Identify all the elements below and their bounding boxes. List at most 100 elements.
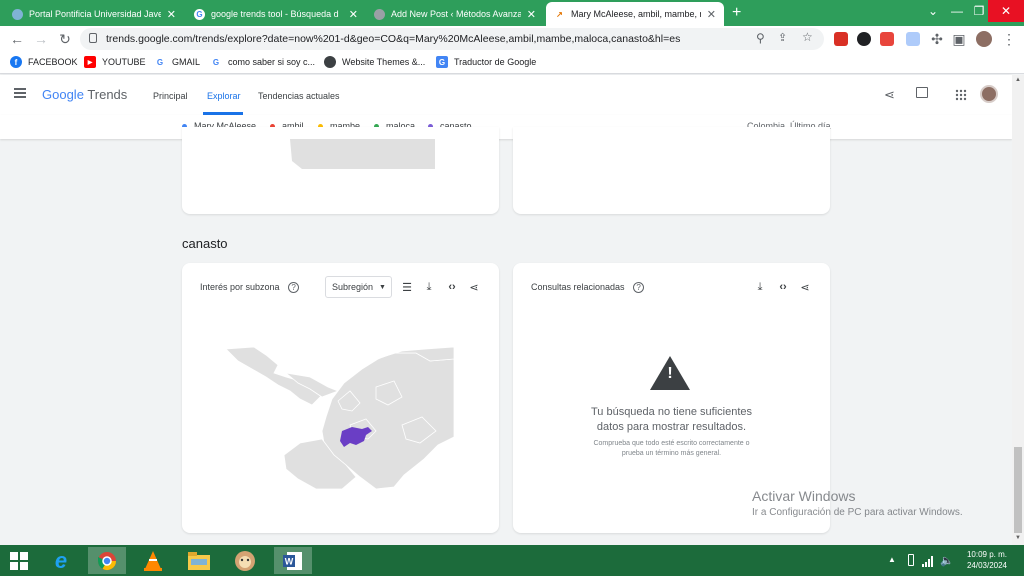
section-title: canasto	[182, 236, 228, 251]
download-icon[interactable]: ⤓	[422, 280, 436, 294]
no-data-line-1: Tu búsqueda no tiene suficientes	[590, 406, 753, 418]
bookmark-traductor[interactable]: G Traductor de Google	[436, 56, 536, 68]
scroll-up-icon[interactable]: ▲	[1015, 77, 1021, 83]
bookmark-label: FACEBOOK	[28, 57, 78, 67]
trends-logo[interactable]: Google Trends	[42, 87, 127, 102]
google-favicon-icon: G	[194, 8, 205, 20]
trends-header: Google Trends Principal Explorar Tendenc…	[0, 75, 1012, 115]
tab-google-search[interactable]: G google trends tool - Búsqueda d ✕	[186, 2, 366, 26]
tab-title: Portal Pontificia Universidad Jave	[29, 9, 161, 19]
tab-title: Mary McAleese, ambil, mambe, n	[571, 9, 701, 19]
side-panel-icon[interactable]: ▣	[950, 30, 968, 48]
file-explorer-icon[interactable]	[184, 547, 214, 574]
address-bar[interactable]: trends.google.com/trends/explore?date=no…	[80, 28, 824, 50]
tab-strip: Portal Pontificia Universidad Jave ✕ G g…	[0, 0, 1024, 26]
internet-explorer-icon[interactable]: e	[46, 547, 76, 574]
no-data-line-2: datos para mostrar resultados.	[596, 421, 747, 433]
activate-windows-title: Activar Windows	[752, 488, 856, 504]
bookmark-label: Traductor de Google	[454, 57, 537, 67]
extension-doc-icon[interactable]	[906, 32, 920, 46]
share-page-icon[interactable]: ⇪	[778, 31, 787, 44]
back-icon[interactable]: ←	[8, 30, 26, 48]
card-title-text: Interés por subzona	[200, 282, 280, 292]
feedback-icon[interactable]	[916, 87, 928, 98]
extension-red-icon[interactable]	[834, 32, 848, 46]
hamburger-menu-icon[interactable]	[14, 88, 26, 98]
close-tab-icon[interactable]: ✕	[349, 8, 358, 21]
scrollbar-thumb[interactable]	[1014, 447, 1022, 533]
tab-title: google trends tool - Búsqueda d	[211, 9, 339, 19]
bookmark-facebook[interactable]: f FACEBOOK	[10, 56, 78, 68]
close-window-button[interactable]: ✕	[988, 0, 1024, 22]
system-clock[interactable]: 10:09 p. m. 24/03/2024	[964, 549, 1010, 571]
search-terms-bar: Mary McAleese ambil mambe maloca canasto…	[0, 115, 1012, 139]
no-data-message: Tu búsqueda no tiene suficientes datos p…	[513, 405, 830, 435]
apps-grid-icon[interactable]	[955, 88, 967, 101]
bookmark-label: como saber si soy c...	[228, 57, 316, 67]
account-avatar[interactable]	[980, 85, 998, 103]
svg-text:W: W	[285, 556, 294, 566]
card-title: Interés por subzona ?	[200, 282, 300, 294]
profile-avatar[interactable]	[976, 31, 992, 47]
embed-icon[interactable]: ‹›	[445, 280, 459, 294]
interest-by-subregion-card: Interés por subzona ? Subregión ▼ ☰ ⤓ ‹›…	[182, 263, 499, 533]
bookmark-star-icon[interactable]: ☆	[802, 30, 813, 44]
google-icon: G	[154, 56, 166, 68]
download-icon[interactable]: ⤓	[753, 280, 767, 294]
tab-portal-javeriana[interactable]: Portal Pontificia Universidad Jave ✕	[4, 2, 184, 26]
colombia-region-map[interactable]	[226, 347, 454, 489]
bookmark-website-themes[interactable]: Website Themes &...	[324, 56, 425, 68]
activate-windows-subtitle: Ir a Configuración de PC para activar Wi…	[752, 507, 963, 518]
translate-icon: G	[436, 56, 448, 68]
show-hidden-icons[interactable]: ▲	[888, 555, 896, 564]
close-tab-icon[interactable]: ✕	[527, 8, 536, 21]
chevron-down-icon: ▼	[379, 283, 386, 291]
tab-add-new-post[interactable]: Add New Post ‹ Métodos Avanza ✕	[366, 2, 544, 26]
university-favicon-icon	[12, 8, 23, 20]
network-signal-icon[interactable]	[922, 554, 934, 572]
subregion-dropdown[interactable]: Subregión ▼	[325, 276, 392, 298]
monkey-app-icon[interactable]	[230, 547, 260, 574]
google-icon: G	[210, 56, 222, 68]
browser-menu-icon[interactable]: ⋮	[1000, 30, 1018, 48]
list-view-icon[interactable]: ☰	[400, 280, 414, 294]
zoom-icon[interactable]: ⚲	[756, 31, 765, 45]
warning-glyph: !	[667, 365, 673, 382]
nav-explorar[interactable]: Explorar	[207, 91, 241, 101]
forward-icon[interactable]: →	[32, 30, 50, 48]
bookmark-youtube[interactable]: ▶ YOUTUBE	[84, 56, 146, 68]
bookmark-como-saber[interactable]: G como saber si soy c...	[210, 56, 315, 68]
extension-record-icon[interactable]	[880, 32, 894, 46]
url-text: trends.google.com/trends/explore?date=no…	[106, 33, 681, 45]
tab-title: Add New Post ‹ Métodos Avanza	[391, 9, 521, 19]
vlc-icon[interactable]	[138, 547, 168, 574]
facebook-icon: f	[10, 56, 22, 68]
extension-dark-icon[interactable]	[857, 32, 871, 46]
card-title: Consultas relacionadas ?	[531, 282, 645, 294]
close-tab-icon[interactable]: ✕	[167, 8, 176, 21]
bookmark-gmail[interactable]: G GMAIL	[154, 56, 200, 68]
tab-google-trends[interactable]: ↗ Mary McAleese, ambil, mambe, n ✕	[546, 2, 724, 26]
nav-principal[interactable]: Principal	[153, 91, 188, 101]
nav-tendencias-actuales[interactable]: Tendencias actuales	[258, 91, 340, 101]
new-tab-button[interactable]: +	[732, 4, 741, 22]
share-icon[interactable]: ⋖	[798, 280, 812, 294]
share-icon[interactable]: ⋖	[467, 280, 481, 294]
extensions-puzzle-icon[interactable]: ✣	[928, 30, 946, 48]
help-icon[interactable]: ?	[288, 282, 300, 294]
scroll-down-icon[interactable]: ▼	[1015, 535, 1021, 541]
help-icon[interactable]: ?	[633, 282, 645, 294]
bookmarks-bar: f FACEBOOK ▶ YOUTUBE G GMAIL G como sabe…	[0, 52, 1024, 74]
card-title-text: Consultas relacionadas	[531, 282, 625, 292]
chrome-taskbar-icon[interactable]	[88, 547, 126, 574]
hint-line-2: prueba un término más general.	[621, 450, 722, 457]
embed-icon[interactable]: ‹›	[776, 280, 790, 294]
battery-icon[interactable]	[908, 554, 914, 566]
share-icon[interactable]: ⋖	[884, 87, 895, 103]
close-tab-icon[interactable]: ✕	[707, 8, 716, 21]
word-icon[interactable]: W	[274, 547, 312, 574]
reload-icon[interactable]: ↻	[56, 30, 74, 48]
page-scrollbar[interactable]: ▲ ▼	[1012, 75, 1024, 545]
windows-start-icon[interactable]	[4, 547, 34, 574]
volume-icon[interactable]: 🔈	[940, 554, 954, 567]
